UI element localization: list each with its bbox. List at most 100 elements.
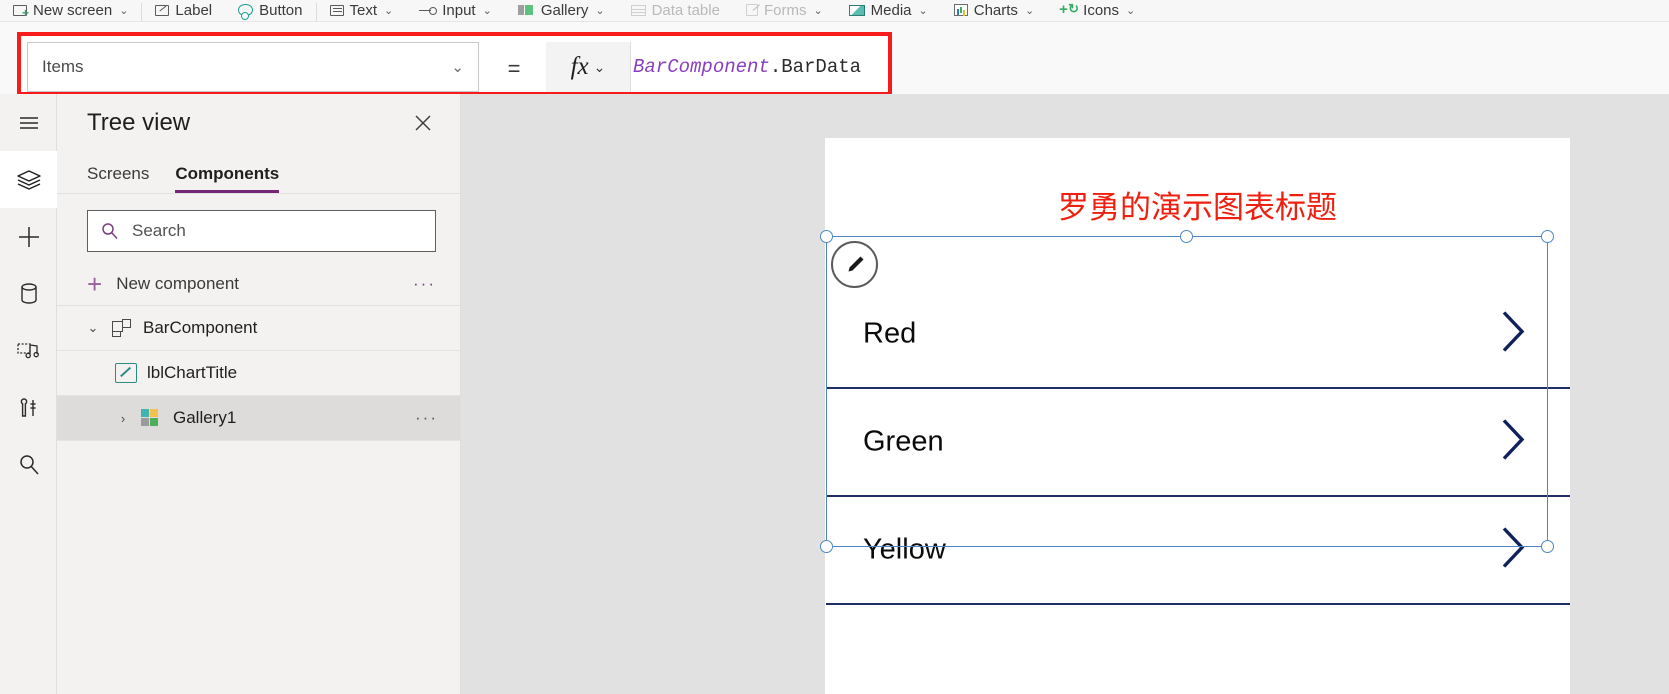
new-component-label: New component: [116, 273, 240, 293]
toolbar-item-media[interactable]: Media ⌄: [836, 0, 941, 21]
rail-item-data[interactable]: [0, 265, 57, 322]
component-icon: [111, 318, 133, 338]
gallery-control[interactable]: Red Green Yellow: [826, 281, 1570, 694]
rail-item-tree-view[interactable]: [0, 151, 57, 208]
chevron-down-icon[interactable]: ⌄: [85, 320, 101, 336]
charts-icon: [953, 4, 968, 16]
fx-button[interactable]: fx ⌄: [546, 42, 631, 92]
database-icon: [20, 282, 37, 304]
tree-node-label: Gallery1: [173, 408, 237, 427]
chevron-down-icon: ⌄: [595, 4, 605, 17]
chevron-down-icon: ⌄: [918, 4, 928, 17]
tree-view-panel: Tree view Screens Components Search + Ne…: [57, 94, 461, 694]
label-icon: [155, 4, 170, 16]
menu-icon: [19, 116, 38, 129]
edit-badge[interactable]: [831, 241, 878, 288]
gallery-row-empty[interactable]: [826, 605, 1570, 694]
toolbar-item-charts[interactable]: Charts ⌄: [941, 0, 1047, 21]
label-icon: [115, 363, 137, 383]
toolbar-item-button[interactable]: Button: [225, 0, 315, 21]
toolbar-item-icons[interactable]: Icons ⌄: [1047, 0, 1148, 21]
toolbar-label: Media: [870, 1, 912, 19]
chevron-right-glyph: [1502, 527, 1525, 568]
formula-token-property: .BarData: [769, 56, 862, 78]
tree-node-lblcharttitle[interactable]: lblChartTitle: [57, 351, 460, 396]
search-input[interactable]: Search: [87, 210, 436, 252]
chevron-right-icon[interactable]: [1496, 306, 1530, 363]
button-icon: [238, 4, 254, 20]
tools-icon: [20, 397, 36, 417]
formula-input[interactable]: BarComponent .BarData: [633, 42, 882, 92]
tree-view-tabs: Screens Components: [57, 152, 460, 194]
formula-token-component: BarComponent: [633, 56, 770, 78]
toolbar-label: Icons: [1083, 1, 1120, 19]
chevron-right-icon[interactable]: ›: [115, 411, 131, 426]
top-toolbar: New screen ⌄ Label Button Text ⌄ Input ⌄…: [0, 0, 1669, 22]
plus-icon: +: [87, 268, 103, 299]
gallery-icon: [517, 3, 535, 18]
new-component-button[interactable]: + New component ···: [57, 262, 460, 306]
rail-item-insert[interactable]: [0, 208, 57, 265]
toolbar-item-input[interactable]: Input ⌄: [406, 0, 505, 21]
tree-view-header: Tree view: [57, 94, 460, 152]
toolbar-label: Gallery: [540, 1, 589, 19]
close-glyph: [415, 115, 431, 131]
gallery-row-label: Green: [863, 425, 944, 458]
search-container: Search: [57, 194, 460, 252]
gallery-row-label: Yellow: [863, 533, 946, 566]
chevron-right-icon[interactable]: [1496, 414, 1530, 471]
tab-components[interactable]: Components: [175, 164, 279, 193]
rail-item-advanced-tools[interactable]: [0, 379, 57, 436]
icons-icon: [1059, 1, 1079, 18]
design-canvas[interactable]: 罗勇的演示图表标题 Red Green Yellow: [461, 94, 1669, 694]
tree-view-title: Tree view: [87, 109, 191, 136]
toolbar-item-text[interactable]: Text ⌄: [317, 0, 407, 21]
toolbar-item-label[interactable]: Label: [142, 0, 225, 21]
chevron-down-icon: ⌄: [451, 59, 464, 76]
chevron-right-icon[interactable]: [1496, 522, 1530, 579]
chevron-down-icon: ⌄: [813, 4, 823, 17]
tree-node-label: BarComponent: [143, 318, 258, 337]
rail-item-media[interactable]: [0, 322, 57, 379]
chart-title-label: 罗勇的演示图表标题: [1058, 190, 1337, 226]
gallery-row[interactable]: Green: [826, 389, 1570, 497]
layers-icon: [16, 169, 41, 190]
toolbar-item-new-screen[interactable]: New screen ⌄: [0, 0, 141, 21]
toolbar-label: New screen: [33, 1, 113, 19]
input-icon: [419, 3, 438, 18]
toolbar-item-forms[interactable]: Forms ⌄: [733, 0, 836, 21]
tree-node-barcomponent[interactable]: ⌄ BarComponent: [57, 306, 460, 351]
toolbar-item-data-table[interactable]: Data table: [618, 0, 733, 21]
overflow-menu-icon[interactable]: ···: [413, 274, 436, 294]
tab-screens[interactable]: Screens: [87, 164, 149, 193]
toolbar-label: Input: [442, 1, 476, 19]
overflow-menu-icon[interactable]: ···: [415, 408, 438, 428]
tree-node-gallery1[interactable]: › Gallery1 ···: [57, 396, 460, 441]
data-table-icon: [630, 4, 646, 16]
gallery-row[interactable]: Yellow: [826, 497, 1570, 605]
gallery-row[interactable]: Red: [826, 281, 1570, 389]
toolbar-label: Data table: [651, 1, 720, 19]
toolbar-label: Forms: [763, 1, 807, 19]
chevron-down-icon: ⌄: [119, 4, 129, 17]
chevron-right-glyph: [1502, 311, 1525, 352]
chevron-down-icon: ⌄: [384, 4, 394, 17]
rail-item-search[interactable]: [0, 436, 57, 493]
app-screen[interactable]: 罗勇的演示图表标题 Red Green Yellow: [825, 138, 1570, 694]
gallery-icon: [141, 408, 163, 428]
search-icon: [102, 223, 118, 240]
formula-bar-region: Items ⌄ = fx ⌄ BarComponent .BarData: [0, 22, 1669, 96]
rail-item-menu[interactable]: [0, 94, 57, 151]
chevron-down-icon: ⌄: [1126, 4, 1136, 17]
toolbar-item-gallery[interactable]: Gallery ⌄: [505, 0, 618, 21]
close-icon[interactable]: [410, 110, 436, 136]
text-icon: [329, 4, 344, 16]
toolbar-label: Label: [175, 1, 213, 19]
formula-bar-highlight: Items ⌄ = fx ⌄ BarComponent .BarData: [17, 32, 892, 96]
plus-icon: [18, 226, 39, 247]
new-screen-icon: [13, 4, 29, 18]
media-icon: [16, 342, 39, 358]
media-icon: [848, 4, 865, 16]
property-select[interactable]: Items ⌄: [27, 42, 479, 92]
property-select-value: Items: [42, 57, 84, 76]
